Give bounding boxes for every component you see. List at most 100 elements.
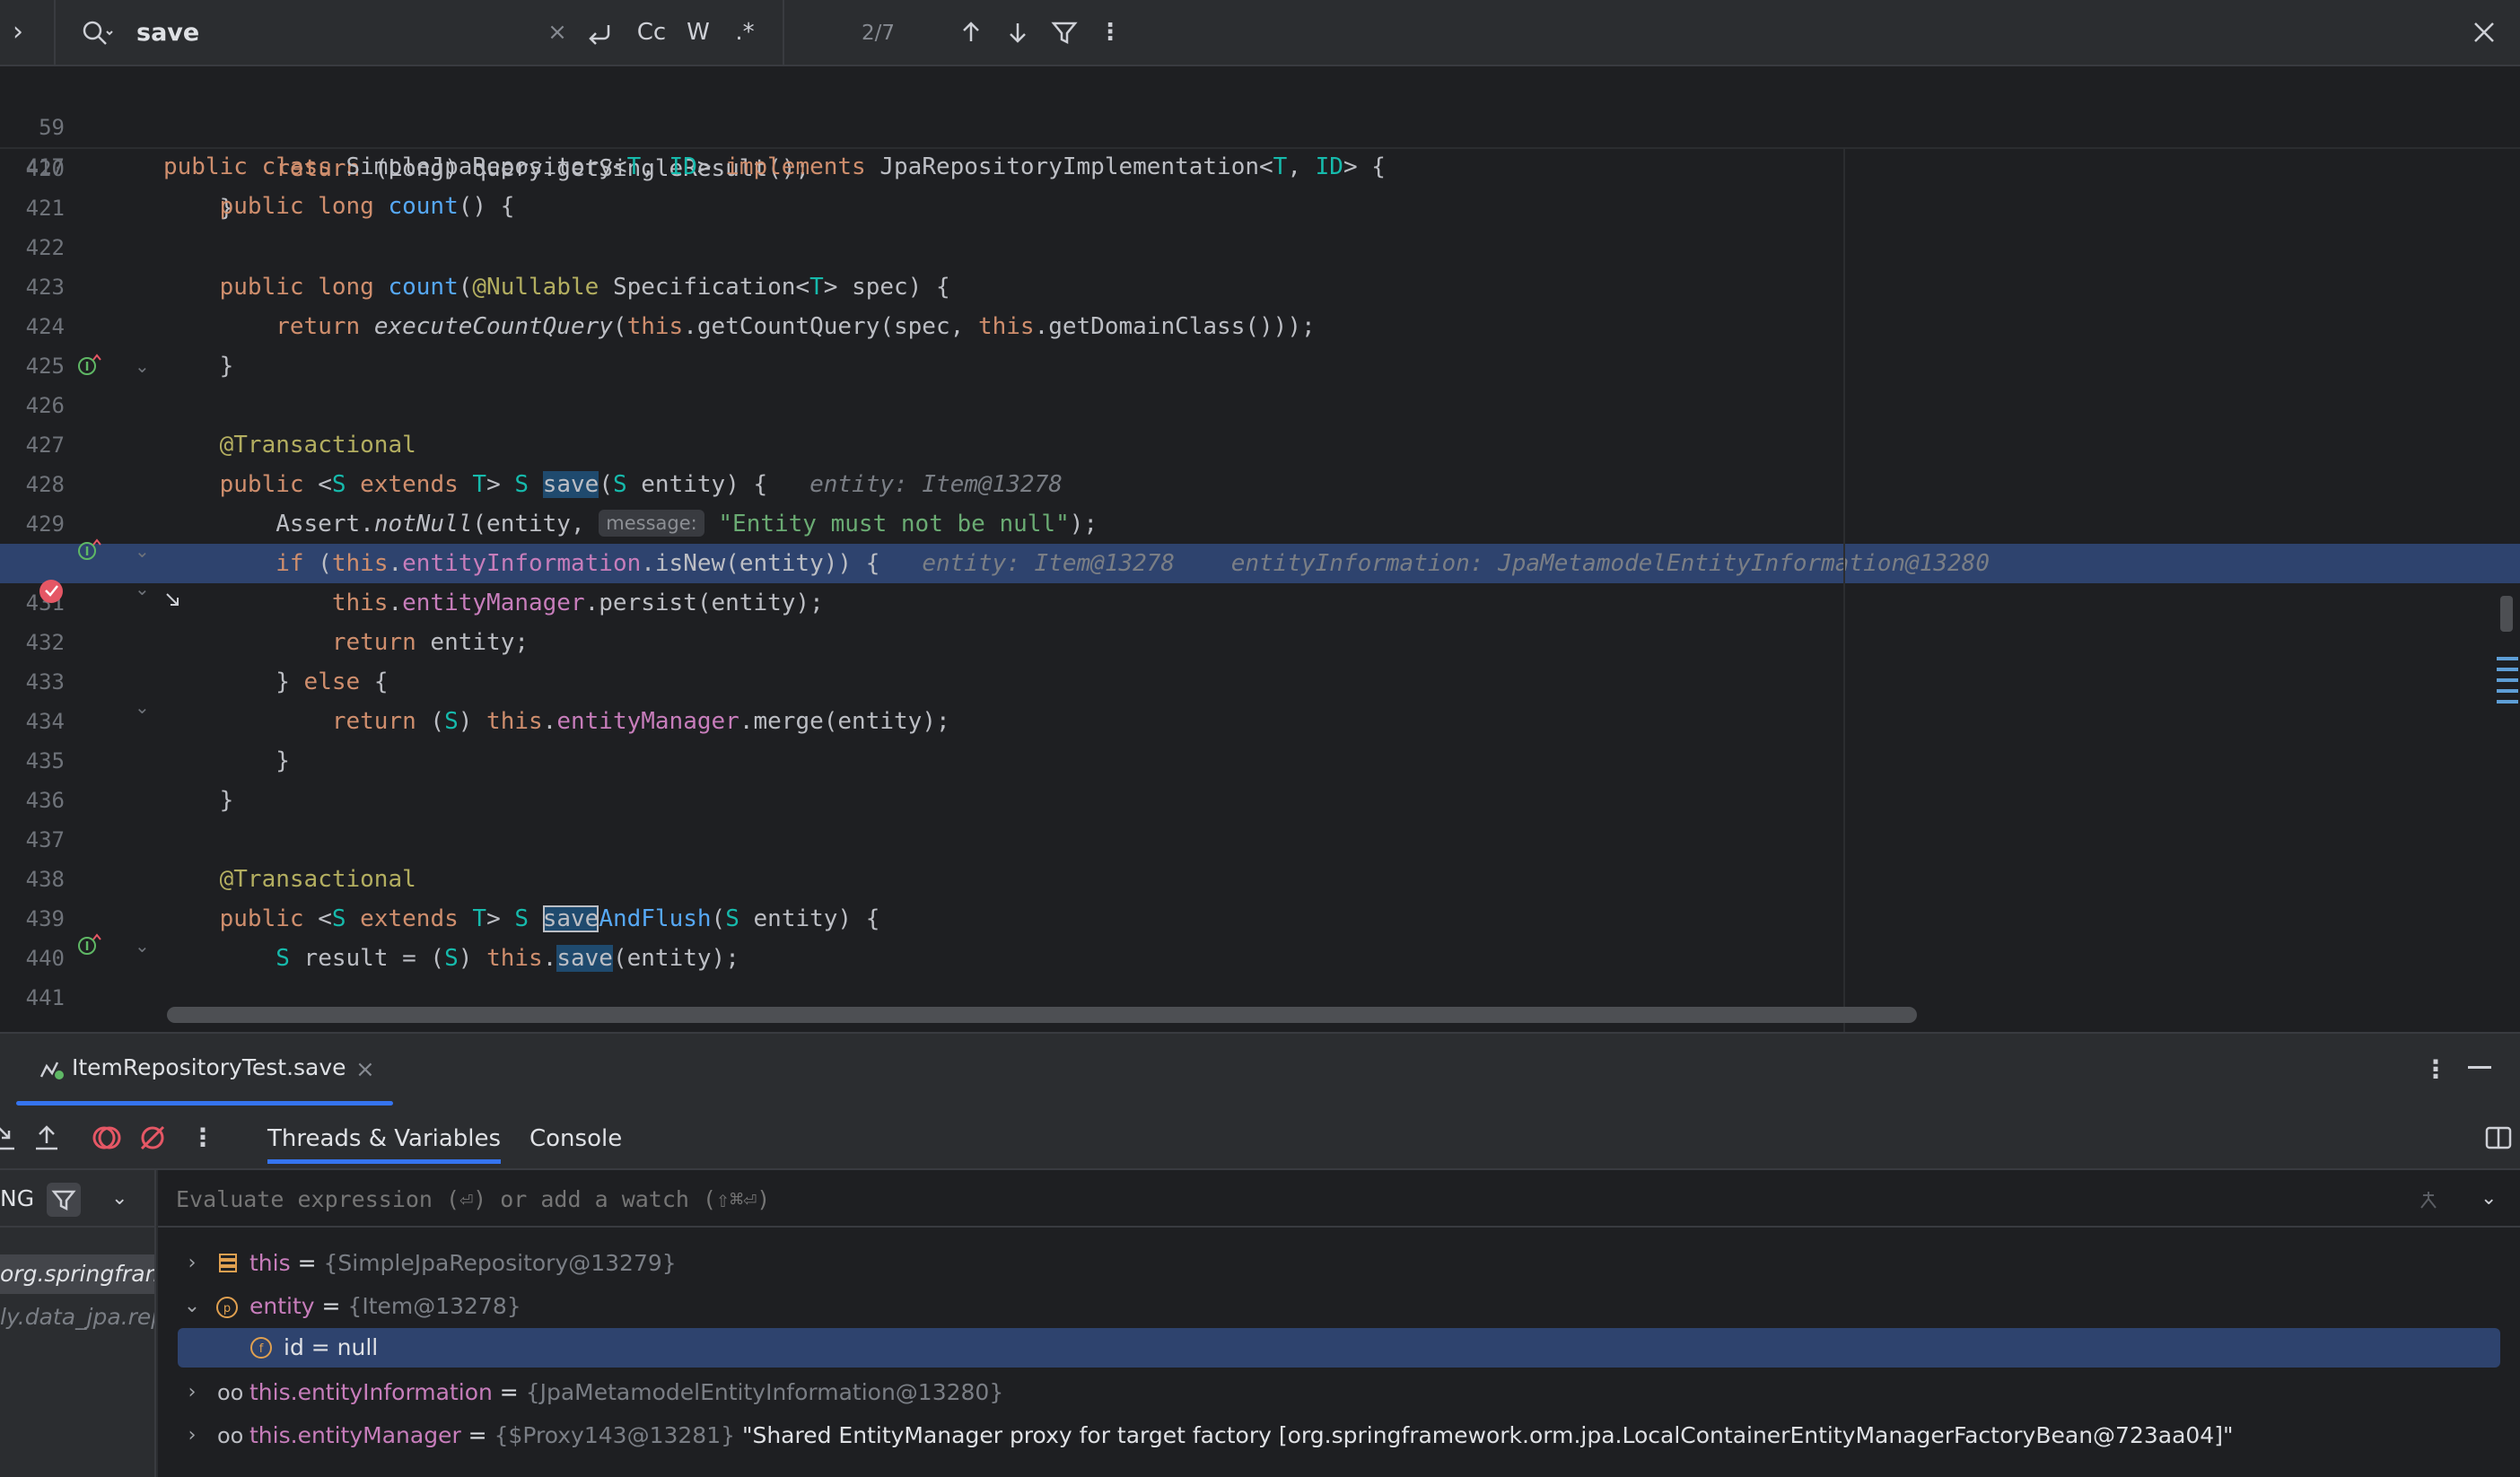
close-session-icon[interactable]: × [355, 1053, 375, 1086]
new-line-icon[interactable] [582, 14, 617, 50]
line-number: 417 [25, 154, 65, 179]
sticky-line[interactable]: 59 public class SimpleJpaRepository<T, I… [0, 68, 2520, 180]
code-line[interactable]: 437 [0, 820, 2520, 860]
tab-console[interactable]: Console [529, 1118, 622, 1159]
code-line[interactable]: 438 @Transactional [0, 860, 2520, 899]
variable-value: {Item@13278} [347, 1293, 521, 1319]
code-line[interactable]: 436 } [0, 781, 2520, 820]
sticky-line[interactable]: 417 public long count() { [0, 108, 2520, 220]
code-token: . [542, 708, 557, 735]
code-line[interactable]: 427 @Transactional [0, 425, 2520, 465]
code-token: ( [318, 550, 332, 577]
frame-item[interactable]: org.springframe [0, 1254, 154, 1294]
code-line[interactable]: 425 } [0, 346, 2520, 386]
code-line[interactable]: 432 return entity; [0, 623, 2520, 662]
code-line[interactable]: 426 [0, 386, 2520, 425]
code-line[interactable]: 433 } else { [0, 662, 2520, 702]
implements-icon[interactable]: I [75, 352, 102, 379]
scrollbar-markers[interactable] [2497, 596, 2518, 748]
more-options-icon[interactable]: ⋮ [2423, 1052, 2448, 1088]
variable-name: this.entityManager [249, 1422, 461, 1448]
evaluate-expression-input[interactable] [176, 1181, 2330, 1217]
fold-icon[interactable]: ⌄ [135, 578, 150, 599]
code-token: T [626, 153, 642, 180]
code-line[interactable]: 435 } [0, 741, 2520, 781]
code-line[interactable]: 439 public <S extends T> S saveAndFlush(… [0, 899, 2520, 939]
fold-icon[interactable]: ⌄ [135, 696, 150, 718]
code-token: ( [612, 313, 627, 340]
layout-settings-icon[interactable] [2482, 1122, 2515, 1154]
chevron-right-icon[interactable]: › [181, 1373, 203, 1412]
variable-value: null [337, 1334, 379, 1360]
variable-row[interactable]: ⌄ p entity = {Item@13278} [158, 1287, 2520, 1326]
step-into-icon[interactable] [0, 1122, 27, 1154]
implements-icon[interactable]: I [75, 931, 102, 958]
fold-icon[interactable]: ⌄ [135, 935, 150, 957]
regex-button[interactable]: .* [727, 14, 763, 50]
more-options-icon[interactable]: ⋮ [1097, 14, 1124, 50]
code-token: .getCountQuery(spec, [683, 313, 978, 340]
code-editor[interactable]: 59 public class SimpleJpaRepository<T, I… [0, 66, 2520, 1032]
code-line[interactable]: 429 Assert.notNull(entity, message: "Ent… [0, 504, 2520, 544]
code-text: } [163, 346, 234, 386]
code-line[interactable]: 434 return (S) this.entityManager.merge(… [0, 702, 2520, 741]
code-line[interactable]: 428 public <S extends T> S save(S entity… [0, 465, 2520, 504]
code-line[interactable]: 431 this.entityManager.persist(entity); [0, 583, 2520, 623]
thread-selector[interactable]: NG [0, 1179, 34, 1219]
code-token: this [977, 313, 1035, 340]
fold-icon[interactable]: ⌄ [135, 355, 150, 377]
code-text: } [163, 741, 290, 781]
code-token: entityManager [402, 590, 585, 616]
code-line[interactable]: 423 public long count(@Nullable Specific… [0, 267, 2520, 307]
code-token: S [514, 471, 543, 498]
code-line[interactable]: 440 S result = (S) this.save(entity); [0, 939, 2520, 978]
chevron-right-icon[interactable]: › [181, 1416, 203, 1455]
code-token: this [486, 945, 543, 972]
whole-words-button[interactable]: W [680, 14, 716, 50]
more-actions-icon[interactable]: ⋮ [190, 1120, 215, 1156]
match-case-button[interactable]: Cc [632, 14, 671, 50]
chevron-right-icon[interactable]: › [181, 1244, 203, 1283]
code-line[interactable]: 422 [0, 228, 2520, 267]
code-token: @Nullable [472, 274, 613, 301]
add-watch-icon[interactable] [2412, 1183, 2445, 1215]
code-token: SimpleJpaRepository< [346, 153, 627, 180]
step-out-icon[interactable] [31, 1122, 63, 1154]
variable-row[interactable]: › oo this.entityManager = {$Proxy143@132… [158, 1416, 2520, 1455]
chevron-down-icon[interactable]: ⌄ [2481, 1181, 2497, 1217]
implements-icon[interactable]: I [75, 537, 102, 564]
code-line[interactable]: 424 return executeCountQuery(this.getCou… [0, 307, 2520, 346]
horizontal-scrollbar[interactable] [167, 1007, 1917, 1023]
search-query[interactable]: save [136, 16, 199, 50]
filter-icon[interactable] [47, 1183, 81, 1217]
variable-row[interactable]: › this = {SimpleJpaRepository@13279} [158, 1244, 2520, 1283]
variable-value: {SimpleJpaRepository@13279} [323, 1250, 677, 1276]
clear-search-icon[interactable]: × [544, 14, 571, 50]
code-token: "Entity must not be null" [704, 511, 1070, 537]
arrow-up-icon[interactable] [955, 14, 987, 50]
chevron-down-icon[interactable]: ⌄ [181, 1287, 203, 1326]
equals-sign: = [290, 1250, 324, 1276]
debug-session-tab[interactable]: ItemRepositoryTest.save × [16, 1034, 393, 1106]
current-execution-line[interactable]: if (this.entityInformation.isNew(entity)… [0, 544, 2520, 583]
minimize-icon[interactable] [2468, 1066, 2491, 1069]
tab-threads-variables[interactable]: Threads & Variables [267, 1118, 502, 1164]
search-icon[interactable] [79, 16, 115, 52]
arrow-down-icon[interactable] [1002, 14, 1034, 50]
watch-glasses-icon: oo [217, 1380, 244, 1405]
chevron-down-icon[interactable]: ⌄ [111, 1181, 127, 1217]
code-text: } [163, 781, 234, 820]
code-token: result = ( [303, 945, 445, 972]
view-breakpoints-icon[interactable] [90, 1122, 122, 1154]
variable-row[interactable]: › oo this.entityInformation = {JpaMetamo… [158, 1373, 2520, 1412]
frame-item[interactable]: ly.data_jpa.rep [0, 1298, 154, 1337]
filter-icon[interactable] [1048, 14, 1081, 50]
breakpoint-icon[interactable] [36, 576, 66, 607]
fold-icon[interactable]: ⌄ [135, 540, 150, 562]
expand-replace-chevron-icon[interactable]: › [13, 16, 39, 48]
code-token: save [542, 905, 599, 932]
mute-breakpoints-icon[interactable] [136, 1122, 169, 1154]
close-icon[interactable] [2468, 14, 2500, 50]
variable-row-selected[interactable]: f id = null [178, 1328, 2500, 1368]
